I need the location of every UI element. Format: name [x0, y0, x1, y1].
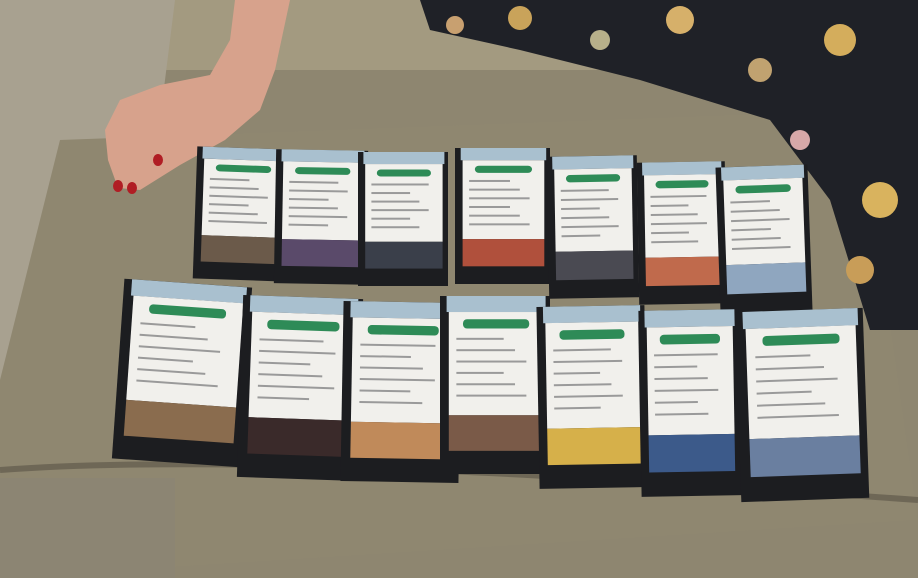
card-button — [565, 174, 621, 183]
card-button — [474, 165, 533, 173]
card-food-image — [247, 417, 352, 458]
card-text-line — [456, 360, 527, 363]
card-header — [281, 149, 365, 163]
card-food-image — [123, 399, 237, 444]
bottom-row-card-6 — [734, 307, 870, 503]
card-header — [446, 296, 546, 313]
card-header — [552, 155, 634, 170]
card-button — [376, 169, 431, 177]
top-row-card-1 — [273, 149, 369, 285]
top-row-card-3 — [455, 148, 550, 284]
card-text-line — [371, 200, 420, 203]
card-food-image — [448, 415, 544, 451]
card-button — [462, 319, 530, 329]
card-text-line — [371, 217, 411, 220]
card-food-image — [648, 433, 736, 473]
card-text-line — [456, 383, 516, 386]
card-header — [642, 161, 722, 176]
card-button — [655, 180, 709, 189]
photo-scene — [0, 0, 918, 578]
card-food-image — [645, 256, 722, 287]
bottom-row-card-3 — [440, 296, 550, 474]
card-text-line — [371, 192, 411, 195]
top-row-card-2 — [358, 152, 448, 286]
card-button — [367, 324, 439, 336]
card-text-line — [371, 209, 429, 212]
card-text-line — [456, 371, 504, 374]
card-header — [542, 305, 641, 324]
cards-layer — [111, 146, 870, 503]
card-header — [644, 309, 735, 328]
card-food-image — [200, 235, 281, 265]
card-text-line — [371, 183, 429, 186]
card-text-line — [469, 179, 510, 182]
card-header — [460, 148, 547, 161]
card-food-image — [350, 421, 453, 460]
card-text-line — [456, 337, 504, 340]
card-food-image — [365, 241, 443, 269]
sofa-front-cushion — [0, 478, 175, 578]
card-text-line — [469, 223, 530, 226]
top-row-card-5 — [636, 161, 728, 305]
card-text-line — [456, 349, 516, 352]
card-food-image — [547, 427, 641, 466]
card-food-image — [281, 239, 362, 268]
bottom-row-card-5 — [638, 309, 742, 497]
top-row-card-6 — [715, 164, 813, 314]
card-text-line — [469, 214, 520, 217]
card-text-line — [371, 226, 420, 229]
card-text-line — [469, 188, 520, 191]
card-button — [559, 329, 625, 340]
bottom-row-card-0 — [111, 278, 253, 468]
top-row-card-4 — [546, 155, 640, 299]
bottom-row-card-4 — [536, 305, 648, 489]
card-food-image — [555, 250, 634, 281]
card-text-line — [469, 197, 530, 200]
card-button — [659, 333, 720, 345]
card-text-line — [456, 394, 527, 397]
card-button — [295, 167, 351, 175]
card-text-line — [469, 205, 510, 208]
card-header — [363, 152, 445, 165]
card-food-image — [726, 262, 807, 295]
card-food-image — [749, 435, 861, 478]
card-food-image — [462, 239, 545, 267]
